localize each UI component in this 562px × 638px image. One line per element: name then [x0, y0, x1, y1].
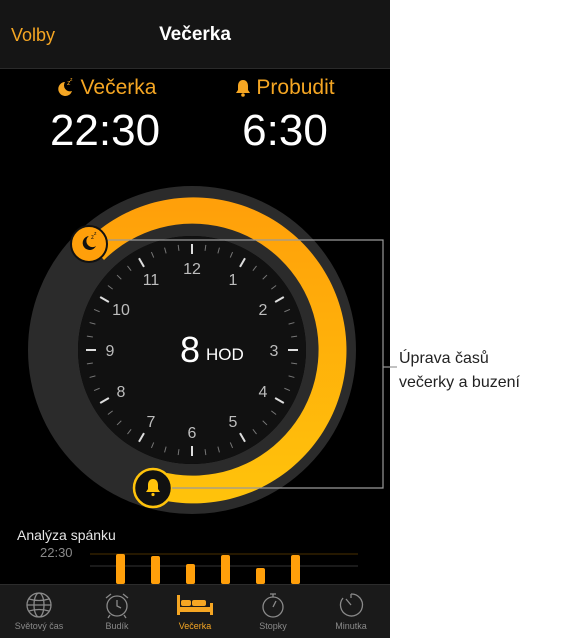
callout-line-2: večerky a buzení: [399, 374, 520, 391]
hour-label: 8: [117, 384, 126, 401]
wake-handle[interactable]: [132, 467, 174, 509]
stopwatch-icon: [262, 593, 284, 618]
tab-timer[interactable]: Minutka: [312, 585, 390, 638]
tab-bar: Světový čas Budík Večerka Stopky Minutka: [0, 584, 390, 638]
tab-stopwatch[interactable]: Stopky: [234, 585, 312, 638]
globe-icon: [26, 592, 52, 618]
hour-label: 5: [229, 414, 238, 431]
hour-label: 1: [229, 272, 238, 289]
hour-label: 12: [183, 261, 201, 278]
alarm-clock-icon: [105, 593, 129, 619]
sleep-analysis-time: 22:30: [40, 545, 73, 560]
duration-unit: HOD: [206, 345, 244, 364]
tab-label: Minutka: [335, 621, 367, 631]
tab-label: Světový čas: [14, 621, 64, 631]
hour-label: 7: [147, 414, 156, 431]
hour-label: 2: [259, 302, 268, 319]
tab-label: Stopky: [259, 621, 287, 631]
hour-label: 9: [106, 343, 115, 360]
hour-label: 4: [259, 384, 268, 401]
tab-bedtime[interactable]: Večerka: [156, 585, 234, 638]
hour-label: 3: [270, 343, 279, 360]
timer-icon: [339, 593, 364, 617]
tab-label: Budík: [105, 621, 129, 631]
duration-value: 8: [180, 329, 200, 370]
tab-world-clock[interactable]: Světový čas: [0, 585, 78, 638]
bedtime-handle[interactable]: z z: [70, 225, 108, 263]
bedtime-screen: Volby Večerka z z Večerka 22:30 Probudit…: [0, 0, 390, 638]
tab-label: Večerka: [178, 621, 212, 631]
hour-label: 11: [143, 272, 160, 289]
sleep-dial[interactable]: 121234567891011 8 HOD z z: [0, 0, 390, 584]
tab-alarm[interactable]: Budík: [78, 585, 156, 638]
callout-annotation: Úprava časů večerky a buzení: [399, 347, 520, 395]
sleep-analysis-title: Analýza spánku: [17, 527, 116, 543]
hour-label: 6: [188, 425, 197, 442]
bed-icon: [177, 595, 213, 615]
callout-line-1: Úprava časů: [399, 350, 489, 367]
hour-label: 10: [112, 302, 130, 319]
